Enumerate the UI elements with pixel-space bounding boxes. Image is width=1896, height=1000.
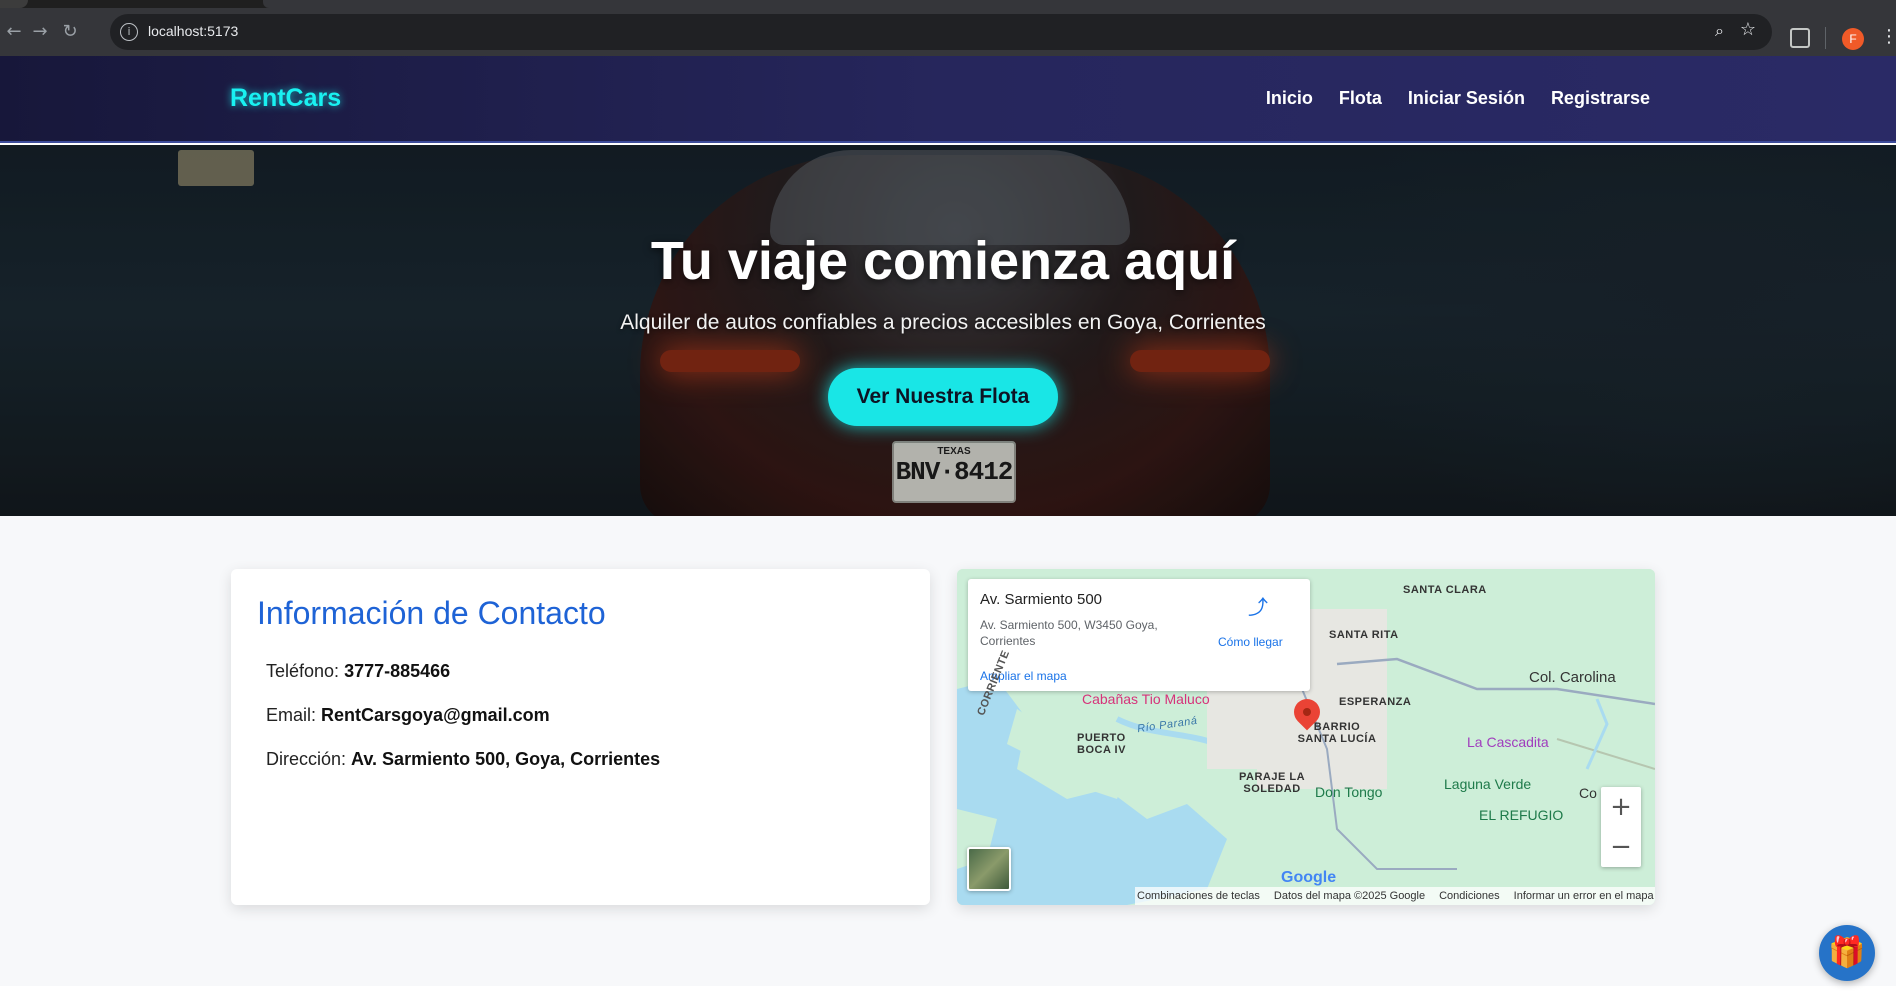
zoom-out-button[interactable]: − bbox=[1601, 827, 1641, 867]
browser-toolbar: ← → ↻ i localhost:5173 ⌕ ☆ F ⋮ bbox=[0, 8, 1896, 56]
poi-cabanas-tio-maluco[interactable]: Cabañas Tio Maluco bbox=[1082, 691, 1210, 707]
site-header: RentCars Inicio Flota Iniciar Sesión Reg… bbox=[0, 56, 1896, 143]
map-data-text: Datos del mapa ©2025 Google bbox=[1273, 890, 1426, 902]
profile-avatar[interactable]: F bbox=[1842, 28, 1864, 50]
browser-menu-icon[interactable]: ⋮ bbox=[1880, 26, 1896, 47]
contact-card: Información de Contacto Teléfono: 3777-8… bbox=[231, 569, 930, 905]
site-info-icon[interactable]: i bbox=[120, 23, 138, 41]
map-label-santa-clara: SANTA CLARA bbox=[1403, 584, 1487, 596]
address-label: Dirección: bbox=[266, 749, 347, 769]
map-place-title: Av. Sarmiento 500 bbox=[980, 591, 1103, 608]
terms-link[interactable]: Condiciones bbox=[1439, 890, 1500, 902]
phone-value: 3777-885466 bbox=[344, 661, 451, 681]
map-attribution-bar: Combinaciones de teclas Datos del mapa ©… bbox=[1135, 887, 1655, 905]
poi-don-tongo[interactable]: Don Tongo bbox=[1315, 784, 1382, 800]
poi-clipped-label: Co bbox=[1579, 785, 1597, 801]
active-tab[interactable] bbox=[263, 0, 1896, 8]
gift-icon[interactable]: 🎁 bbox=[1819, 925, 1875, 981]
reload-icon[interactable]: ↻ bbox=[58, 20, 82, 44]
directions-link[interactable]: Cómo llegar bbox=[1218, 635, 1283, 649]
tab-strip bbox=[0, 0, 1896, 8]
forward-icon[interactable]: → bbox=[28, 20, 52, 44]
map-label-puerto-boca: PUERTO BOCA IV bbox=[1077, 732, 1126, 756]
hero-title: Tu viaje comienza aquí bbox=[650, 231, 1236, 291]
zoom-icon[interactable]: ⌕ bbox=[1715, 21, 1724, 41]
keyboard-shortcuts-link[interactable]: Combinaciones de teclas bbox=[1137, 890, 1260, 902]
map-label-col-carolina: Col. Carolina bbox=[1529, 669, 1616, 686]
directions-icon[interactable]: ⤴ bbox=[1248, 591, 1268, 619]
contact-phone-row: Teléfono: 3777-885466 bbox=[266, 661, 450, 682]
back-icon[interactable]: ← bbox=[2, 20, 26, 44]
map-place-address: Av. Sarmiento 500, W3450 Goya, Corriente… bbox=[980, 618, 1158, 648]
contact-address-row: Dirección: Av. Sarmiento 500, Goya, Corr… bbox=[266, 749, 660, 770]
email-value: RentCarsgoya@gmail.com bbox=[321, 705, 550, 725]
poi-la-cascadita[interactable]: La Cascadita bbox=[1467, 734, 1549, 750]
report-error-link[interactable]: Informar un error en el mapa bbox=[1514, 890, 1654, 902]
site-logo[interactable]: RentCars bbox=[230, 84, 341, 113]
phone-label: Teléfono: bbox=[266, 661, 340, 681]
nav-link-registrarse[interactable]: Registrarse bbox=[1551, 88, 1650, 109]
hero-section: TEXAS BNV·8412 Tu viaje comienza aquí Al… bbox=[0, 145, 1896, 516]
nav-link-flota[interactable]: Flota bbox=[1339, 88, 1382, 109]
map-label-paraje-la-soledad: PARAJE LA SOLEDAD bbox=[1238, 771, 1306, 795]
view-fleet-button[interactable]: Ver Nuestra Flota bbox=[828, 368, 1058, 426]
contact-title: Información de Contacto bbox=[257, 595, 606, 631]
nav-link-inicio[interactable]: Inicio bbox=[1266, 88, 1313, 109]
url-text[interactable]: localhost:5173 bbox=[148, 23, 238, 39]
email-label: Email: bbox=[266, 705, 317, 725]
address-bar[interactable]: i localhost:5173 ⌕ ☆ bbox=[110, 14, 1772, 50]
satellite-toggle[interactable] bbox=[967, 847, 1011, 891]
extensions-icon[interactable] bbox=[1790, 28, 1810, 48]
hero-subtitle: Alquiler de autos confiables a precios a… bbox=[620, 311, 1266, 334]
map-label-esperanza: ESPERANZA bbox=[1339, 696, 1412, 708]
google-logo: Google bbox=[1281, 869, 1337, 886]
main-nav: Inicio Flota Iniciar Sesión Registrarse bbox=[1266, 88, 1650, 109]
nav-link-iniciar-sesion[interactable]: Iniciar Sesión bbox=[1408, 88, 1525, 109]
tab-strip-nub bbox=[0, 0, 28, 8]
toolbar-divider bbox=[1825, 27, 1826, 49]
map-info-window: Av. Sarmiento 500 Av. Sarmiento 500, W34… bbox=[968, 579, 1310, 691]
bookmark-star-icon[interactable]: ☆ bbox=[1740, 19, 1756, 40]
address-value: Av. Sarmiento 500, Goya, Corrientes bbox=[351, 749, 661, 769]
contact-email-row: Email: RentCarsgoya@gmail.com bbox=[266, 705, 550, 726]
contact-section: Información de Contacto Teléfono: 3777-8… bbox=[0, 516, 1896, 986]
map-label-santa-rita: SANTA RITA bbox=[1329, 629, 1399, 641]
poi-el-refugio[interactable]: EL REFUGIO bbox=[1479, 807, 1563, 823]
map-zoom-control: + − bbox=[1601, 787, 1641, 867]
zoom-in-button[interactable]: + bbox=[1601, 787, 1641, 827]
poi-laguna-verde[interactable]: Laguna Verde bbox=[1444, 776, 1531, 792]
embedded-map[interactable]: Av. Sarmiento 500 Av. Sarmiento 500, W34… bbox=[957, 569, 1655, 905]
